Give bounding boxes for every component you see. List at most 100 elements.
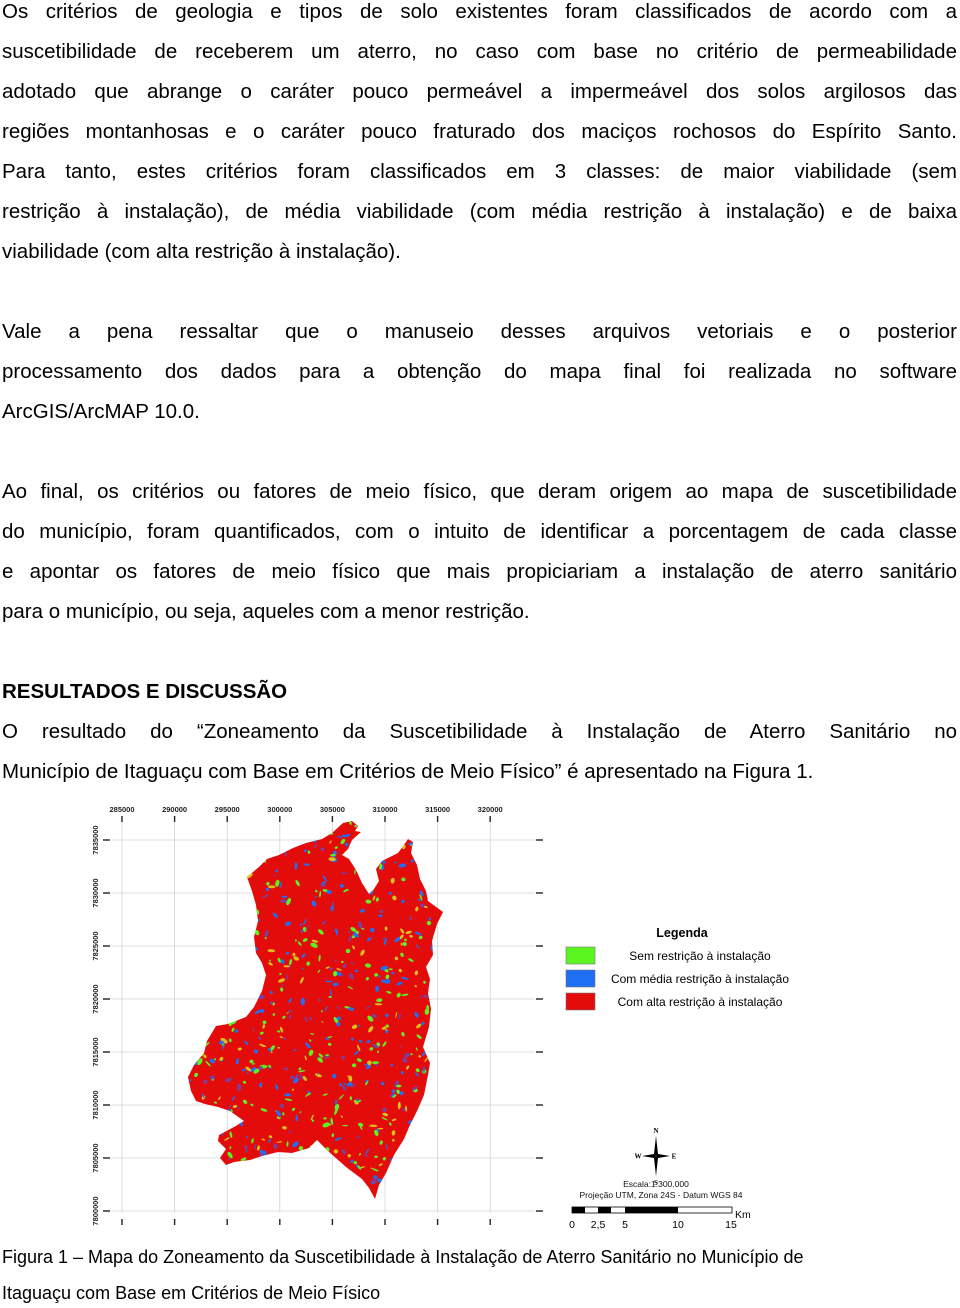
- caption-line: Itaguaçu com Base em Critérios de Meio F…: [2, 1283, 381, 1303]
- susceptibility-patch: [217, 874, 222, 879]
- susceptibility-patch: [363, 1186, 366, 1189]
- susceptibility-patch: [379, 1188, 383, 1192]
- susceptibility-patch: [249, 1181, 254, 1186]
- susceptibility-patch: [230, 855, 234, 861]
- text-line: viabilidade (com alta restrição à instal…: [2, 240, 401, 263]
- susceptibility-patch: [189, 869, 193, 877]
- susceptibility-patch: [346, 1197, 350, 1199]
- susceptibility-patch: [218, 880, 220, 885]
- susceptibility-patch: [243, 821, 248, 826]
- susceptibility-patch: [206, 834, 212, 838]
- y-tick-label: 7825000: [91, 931, 100, 960]
- text-line: para o município, ou seja, aqueles com a…: [2, 600, 530, 623]
- susceptibility-patch: [239, 821, 246, 825]
- susceptibility-patch: [431, 1165, 435, 1168]
- susceptibility-patch: [238, 952, 246, 957]
- susceptibility-patch: [386, 1182, 393, 1187]
- susceptibility-patch: [443, 1186, 449, 1191]
- susceptibility-patch: [234, 886, 238, 893]
- susceptibility-patch: [215, 928, 219, 933]
- text-line: regiões montanhosas e o caráter pouco fr…: [2, 120, 957, 143]
- susceptibility-patch: [241, 1187, 245, 1190]
- susceptibility-patch: [430, 1049, 436, 1054]
- susceptibility-patch: [289, 1014, 292, 1020]
- x-tick-label: 295000: [215, 805, 240, 814]
- susceptibility-patch: [386, 828, 390, 834]
- susceptibility-patch: [281, 1187, 285, 1190]
- susceptibility-patch: [363, 1194, 369, 1198]
- susceptibility-patch: [425, 829, 432, 833]
- susceptibility-patch: [395, 1181, 399, 1186]
- susceptibility-patch: [204, 937, 209, 944]
- municipality-fill: [188, 821, 443, 1199]
- susceptibility-patch: [226, 861, 230, 866]
- susceptibility-patch: [306, 1171, 311, 1174]
- y-tick-label: 7815000: [91, 1037, 100, 1066]
- susceptibility-patch: [215, 1176, 220, 1183]
- susceptibility-patch: [394, 824, 398, 828]
- susceptibility-patch: [409, 1192, 417, 1198]
- susceptibility-patch: [418, 835, 422, 837]
- susceptibility-patch: [221, 878, 226, 881]
- susceptibility-patch: [248, 933, 254, 939]
- x-tick-label: 320000: [478, 805, 503, 814]
- susceptibility-patch: [441, 830, 443, 836]
- susceptibility-patch: [432, 986, 438, 990]
- x-tick-label: 315000: [425, 805, 450, 814]
- projection-text: Projeção UTM, Zona 24S - Datum WGS 84: [580, 1190, 743, 1200]
- text-line: Vale a pena ressaltar que o manuseio des…: [2, 320, 957, 343]
- susceptibility-patch: [212, 912, 217, 916]
- susceptibility-patch: [191, 1115, 195, 1119]
- susceptibility-patch: [395, 1177, 401, 1185]
- susceptibility-patch: [189, 822, 194, 828]
- susceptibility-patch: [197, 1180, 202, 1184]
- susceptibility-patch: [324, 1192, 330, 1199]
- susceptibility-patch: [426, 1185, 432, 1192]
- susceptibility-patch: [231, 952, 237, 956]
- susceptibility-patch: [245, 857, 250, 864]
- susceptibility-patch: [429, 866, 433, 872]
- susceptibility-patch: [314, 1178, 318, 1182]
- susceptibility-patch: [410, 827, 412, 831]
- susceptibility-patch: [281, 1172, 287, 1178]
- susceptibility-patch: [231, 1175, 238, 1181]
- susceptibility-patch: [192, 946, 195, 949]
- susceptibility-patch: [401, 1185, 410, 1189]
- susceptibility-patch: [199, 821, 204, 826]
- susceptibility-patch: [296, 826, 300, 830]
- susceptibility-patch: [430, 1123, 436, 1129]
- susceptibility-patch: [213, 1144, 216, 1147]
- susceptibility-patch: [440, 1146, 443, 1149]
- text-line: e apontar os fatores de meio físico que …: [2, 560, 957, 583]
- susceptibility-patch: [441, 1020, 443, 1025]
- susceptibility-patch: [200, 1191, 203, 1196]
- susceptibility-patch: [237, 831, 242, 835]
- susceptibility-patch: [290, 1164, 294, 1170]
- susceptibility-patch: [290, 827, 297, 831]
- susceptibility-patch: [255, 841, 260, 846]
- susceptibility-patch: [192, 1191, 195, 1199]
- susceptibility-patch: [416, 1127, 421, 1136]
- susceptibility-patch: [204, 985, 208, 989]
- susceptibility-patch: [420, 1129, 423, 1137]
- susceptibility-patch: [221, 993, 226, 998]
- susceptibility-patch: [436, 858, 442, 863]
- x-tick-label: 285000: [109, 805, 134, 814]
- susceptibility-patch: [220, 953, 225, 960]
- susceptibility-patch: [432, 1119, 436, 1125]
- susceptibility-patch: [439, 1138, 443, 1142]
- susceptibility-patch: [438, 1164, 443, 1169]
- susceptibility-patch: [214, 853, 218, 857]
- susceptibility-patch: [440, 848, 443, 853]
- legend-label-high: Com alta restrição à instalação: [618, 995, 783, 1009]
- susceptibility-patch: [429, 1089, 433, 1093]
- susceptibility-patch: [296, 1176, 304, 1180]
- susceptibility-patch: [281, 833, 283, 836]
- susceptibility-patch: [443, 964, 447, 967]
- susceptibility-patch: [232, 976, 236, 980]
- susceptibility-patch: [209, 1029, 213, 1032]
- susceptibility-patch: [220, 1172, 222, 1175]
- susceptibility-patch: [355, 1178, 359, 1182]
- susceptibility-patch: [427, 1195, 431, 1199]
- susceptibility-patch: [189, 1040, 194, 1043]
